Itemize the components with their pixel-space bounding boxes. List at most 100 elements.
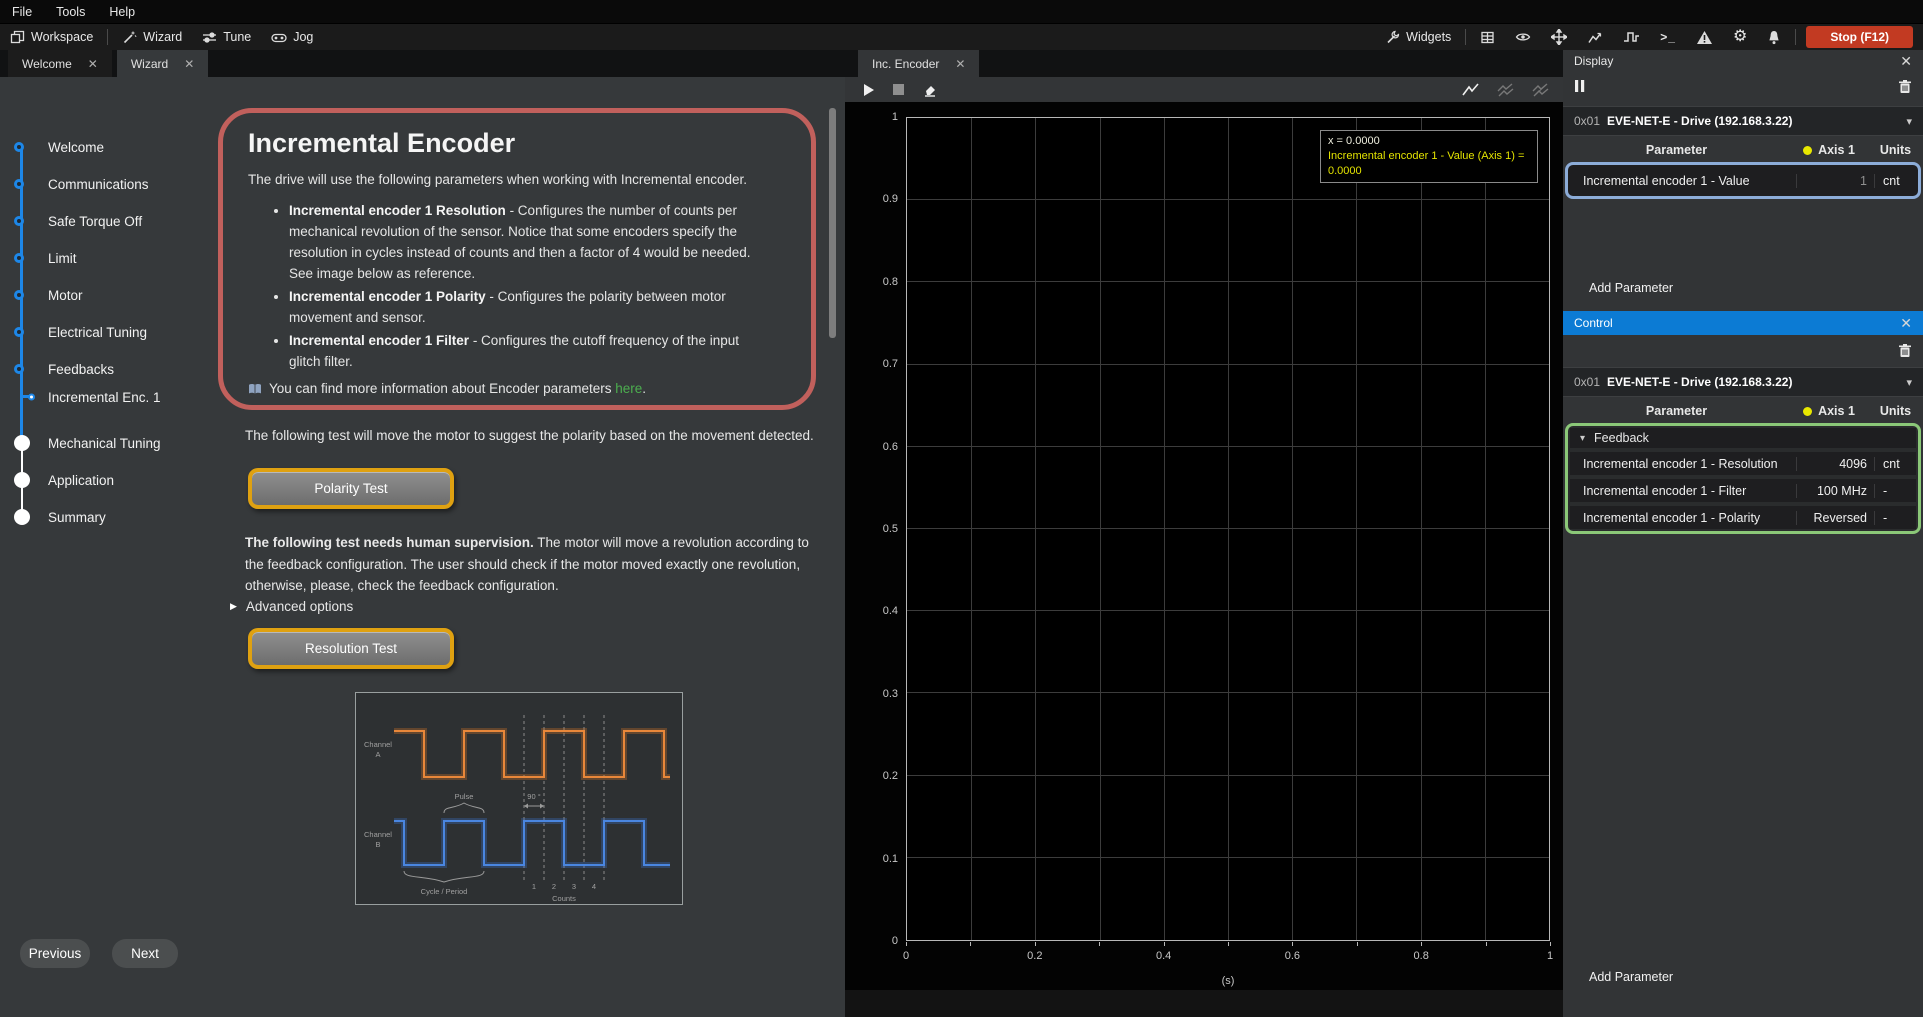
- menu-tools[interactable]: Tools: [44, 0, 97, 23]
- param-row-filter[interactable]: Incremental encoder 1 - Filter 100 MHz -: [1570, 479, 1916, 502]
- advanced-options-toggle[interactable]: ▶ Advanced options: [230, 599, 353, 614]
- menu-bar: File Tools Help: [0, 0, 1923, 24]
- menu-file[interactable]: File: [0, 0, 44, 23]
- param-row-polarity[interactable]: Incremental encoder 1 - Polarity Reverse…: [1570, 506, 1916, 529]
- wizard-button[interactable]: Wizard: [112, 24, 192, 50]
- workspace-icon: [10, 30, 25, 45]
- step-label: Safe Torque Off: [48, 214, 142, 229]
- control-title: Control: [1574, 316, 1613, 330]
- step-dot: [14, 509, 30, 525]
- chevron-down-icon[interactable]: ▾: [1906, 376, 1912, 389]
- tune-label: Tune: [223, 30, 251, 44]
- tune-button[interactable]: Tune: [192, 24, 261, 50]
- wizard-wand-icon: [122, 30, 137, 45]
- close-icon[interactable]: ✕: [88, 57, 98, 71]
- plot-area[interactable]: [906, 117, 1550, 941]
- control-titlebar[interactable]: Control ✕: [1563, 311, 1923, 335]
- wizard-step-feedbacks[interactable]: Feedbacks: [0, 359, 200, 379]
- jog-button[interactable]: Jog: [261, 24, 323, 50]
- wizard-step-safe-torque-off[interactable]: Safe Torque Off: [0, 211, 200, 231]
- x-tick-label: 0: [903, 950, 909, 962]
- trash-icon[interactable]: [1899, 344, 1911, 357]
- collapsed-triangle-icon: ▶: [230, 601, 237, 612]
- close-icon[interactable]: ✕: [955, 57, 965, 71]
- workspace-label: Workspace: [31, 30, 93, 44]
- console-button[interactable]: >_: [1650, 24, 1686, 50]
- x-tick-mark: [1292, 942, 1293, 946]
- next-button[interactable]: Next: [112, 939, 178, 968]
- page-intro: The drive will use the following paramet…: [248, 172, 787, 187]
- monitor-table-button[interactable]: [1470, 24, 1505, 50]
- single-trace-icon[interactable]: [1462, 83, 1479, 97]
- close-icon[interactable]: ✕: [184, 57, 194, 71]
- here-link[interactable]: here: [615, 381, 642, 396]
- stop-button[interactable]: Stop (F12): [1806, 26, 1913, 48]
- multi-trace-icon[interactable]: [1497, 83, 1514, 97]
- add-parameter-control[interactable]: Add Parameter: [1563, 965, 1923, 989]
- wizard-step-application[interactable]: Application: [0, 470, 200, 490]
- add-parameter-display[interactable]: Add Parameter: [1563, 276, 1923, 300]
- polarity-test-button[interactable]: Polarity Test: [248, 468, 454, 509]
- stop-capture-button[interactable]: [893, 84, 904, 95]
- split-trace-icon[interactable]: [1532, 83, 1549, 97]
- svg-text:A: A: [375, 750, 380, 759]
- close-icon[interactable]: ✕: [1900, 315, 1912, 332]
- wizard-step-communications[interactable]: Communications: [0, 174, 200, 194]
- step-label: Electrical Tuning: [48, 325, 147, 340]
- wizard-step-motor[interactable]: Motor: [0, 285, 200, 305]
- count-mark: 3: [572, 882, 576, 891]
- watch-button[interactable]: [1505, 24, 1541, 50]
- x-tick-mark: [1035, 942, 1036, 946]
- tooltip-series-value: Incremental encoder 1 - Value (Axis 1) =…: [1328, 149, 1530, 179]
- trash-icon[interactable]: [1899, 80, 1911, 93]
- eraser-button[interactable]: [922, 83, 937, 97]
- resolution-test-button[interactable]: Resolution Test: [248, 628, 454, 669]
- settings-button[interactable]: ⚙: [1723, 24, 1757, 50]
- param-row-value[interactable]: Incremental encoder 1 - Value 1 cnt: [1570, 167, 1916, 194]
- scope-button[interactable]: [1577, 24, 1613, 50]
- workspace-button[interactable]: Workspace: [0, 24, 103, 50]
- widgets-button[interactable]: Widgets: [1376, 24, 1461, 50]
- close-icon[interactable]: ✕: [1900, 53, 1912, 70]
- param-value: 1: [1797, 174, 1875, 188]
- tab-welcome[interactable]: Welcome ✕: [8, 50, 112, 77]
- previous-button[interactable]: Previous: [20, 939, 90, 968]
- tab-wizard[interactable]: Wizard ✕: [117, 50, 208, 77]
- feedback-group-header[interactable]: ▾ Feedback: [1570, 428, 1916, 448]
- gridline: [1228, 118, 1229, 940]
- play-button[interactable]: [863, 83, 875, 97]
- control-device-row[interactable]: 0x01 EVE-NET-E - Drive (192.168.3.22) ▾: [1563, 367, 1923, 397]
- wizard-step-welcome[interactable]: Welcome: [0, 137, 200, 157]
- bullet-term: Incremental encoder 1 Resolution: [289, 203, 506, 218]
- motion-button[interactable]: [1541, 24, 1577, 50]
- chevron-down-icon[interactable]: ▾: [1906, 115, 1912, 128]
- step-dot: [28, 394, 35, 401]
- signals-button[interactable]: [1613, 24, 1650, 50]
- line-chart-icon: [1587, 30, 1603, 45]
- param-units: cnt: [1875, 457, 1916, 471]
- wizard-step-mechanical-tuning[interactable]: Mechanical Tuning: [0, 433, 200, 453]
- wizard-step-summary[interactable]: Summary: [0, 507, 200, 527]
- param-units: -: [1875, 484, 1916, 498]
- wizard-panel: Welcome ✕ Wizard ✕ Welcome Communications…: [0, 50, 845, 1017]
- column-parameter: Parameter: [1563, 404, 1790, 418]
- param-row-resolution[interactable]: Incremental encoder 1 - Resolution 4096 …: [1570, 452, 1916, 475]
- tab-inc-encoder[interactable]: Inc. Encoder ✕: [858, 50, 979, 77]
- toolbar-separator: [107, 29, 108, 45]
- wizard-step-limit[interactable]: Limit: [0, 248, 200, 268]
- scope-panel: Inc. Encoder ✕: [845, 50, 1563, 1017]
- wizard-step-electrical-tuning[interactable]: Electrical Tuning: [0, 322, 200, 342]
- menu-help[interactable]: Help: [97, 0, 147, 23]
- pause-icon[interactable]: [1575, 80, 1585, 92]
- cycle-period-label: Cycle / Period: [421, 887, 468, 896]
- axis-color-dot: [1803, 146, 1812, 155]
- notifications-button[interactable]: [1757, 24, 1791, 50]
- display-titlebar: Display ✕: [1563, 50, 1923, 72]
- alerts-button[interactable]: [1686, 24, 1723, 50]
- wizard-step-incremental-enc-1[interactable]: Incremental Enc. 1: [0, 387, 200, 407]
- param-name: Incremental encoder 1 - Resolution: [1570, 457, 1797, 471]
- display-device-row[interactable]: 0x01 EVE-NET-E - Drive (192.168.3.22) ▾: [1563, 106, 1923, 136]
- x-tick-mark: [1550, 942, 1551, 946]
- move-arrows-icon: [1551, 29, 1567, 45]
- toolbar-separator: [1795, 29, 1796, 45]
